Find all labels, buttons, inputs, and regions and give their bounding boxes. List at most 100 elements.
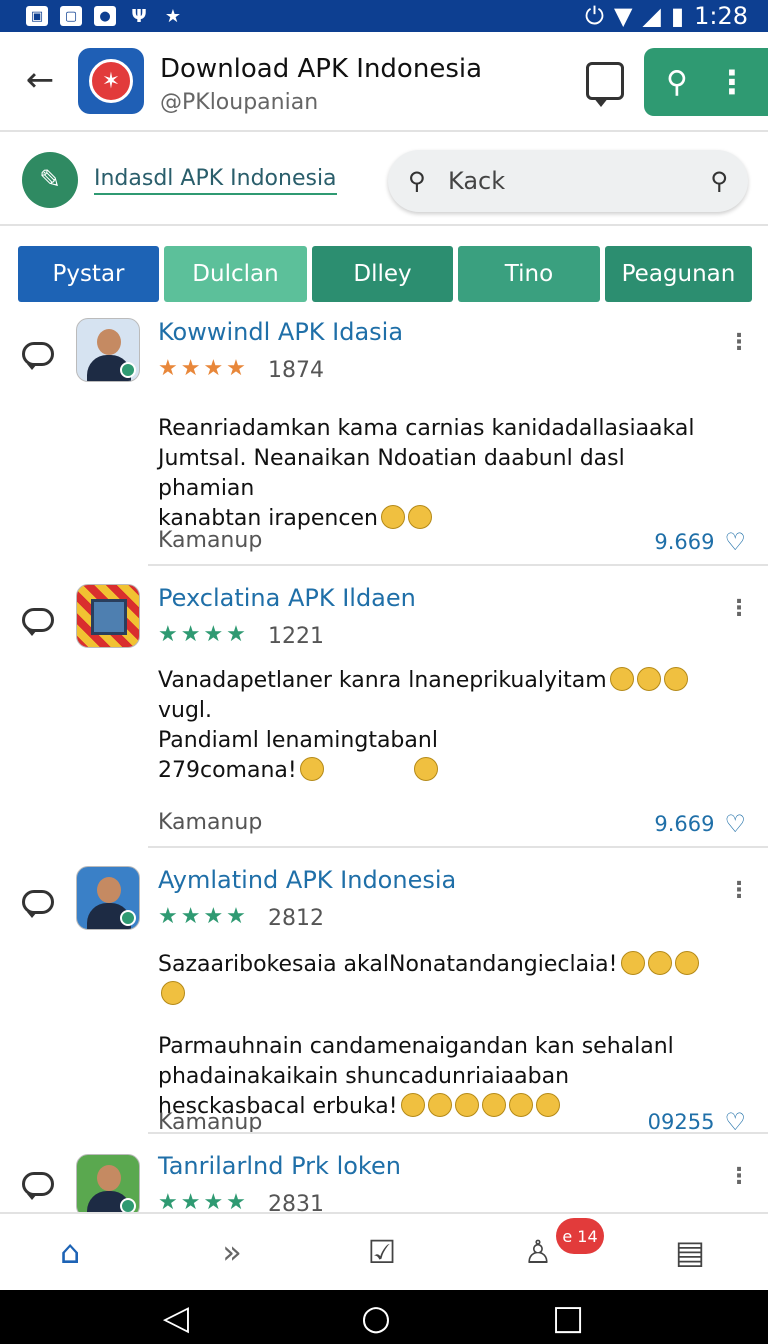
more-vert-icon[interactable]: ⋮ (728, 1166, 750, 1188)
post-title[interactable]: Pexclatina APK Ildaen (158, 584, 416, 612)
battery-icon: ▮ (670, 2, 685, 30)
emoji-icon (454, 1093, 479, 1117)
system-home-icon[interactable]: ○ (356, 1298, 396, 1338)
more-vert-icon[interactable]: ⋮ (728, 332, 750, 354)
rating-score: 1221 (268, 624, 324, 649)
like-count-value: 09255 (647, 1110, 715, 1134)
wifi-icon: ▼ (613, 2, 633, 30)
more-vert-icon[interactable]: ⋮ (716, 66, 748, 98)
tab-1[interactable]: Pystar (18, 246, 159, 302)
post-card[interactable]: Pexclatina APK Ildaen ⋮ ★★★★ 1221 Vanada… (0, 572, 768, 850)
status-time: 1:28 (694, 2, 748, 30)
rating-score: 2831 (268, 1192, 324, 1212)
post-meta: Kamanup (158, 810, 263, 835)
emoji-icon (380, 505, 405, 529)
rating-stars: ★★★★ (158, 904, 249, 929)
post-title[interactable]: Kowwindl APK Idasia (158, 318, 403, 346)
like-count-value: 9.669 (654, 812, 715, 836)
system-back-icon[interactable]: ◁ (156, 1298, 196, 1338)
rating-score: 2812 (268, 906, 324, 931)
rating-stars: ★★★★ (158, 356, 249, 381)
home-icon[interactable]: ⌂ (46, 1228, 94, 1276)
rating-stars: ★★★★ (158, 622, 249, 647)
post-title[interactable]: Aymlatind APK Indonesia (158, 866, 456, 894)
logo-emblem-icon: ✶ (89, 59, 133, 103)
post-card[interactable]: Aymlatind APK Indonesia ⋮ ★★★★ 2812 Saza… (0, 854, 768, 1136)
emoji-icon (400, 1093, 425, 1117)
search-box[interactable]: ⚲ ⚲ (388, 150, 748, 212)
like-count[interactable]: 9.669 ♡ (654, 528, 746, 556)
avatar[interactable] (76, 584, 140, 648)
post-body: Vanadapetlaner kanra lnaneprikualyitam v… (158, 666, 718, 786)
header-title: Download APK Indonesia (160, 54, 483, 84)
header-action-panel: ⚲ ⋮ (644, 48, 768, 116)
avatar[interactable] (76, 866, 140, 930)
back-arrow-icon[interactable]: ← (20, 60, 60, 100)
divider (148, 1132, 768, 1134)
star-icon: ★ (164, 5, 182, 27)
bottom-navigation: ⌂ » ☑ ♙ e 14 ▤ (0, 1212, 768, 1290)
photo-icon: ▣ (26, 6, 48, 26)
heart-icon[interactable]: ♡ (724, 810, 746, 838)
tab-3[interactable]: Dlley (312, 246, 453, 302)
emoji-icon (413, 757, 438, 781)
post-card[interactable]: Kowwindl APK Idasia ⋮ ★★★★ 1874 Reanriad… (0, 306, 768, 568)
like-count-value: 9.669 (654, 530, 715, 554)
post-card[interactable]: Tanrilarlnd Prk loken ⋮ ★★★★ 2831 (0, 1136, 768, 1212)
message-icon: ▢ (60, 6, 82, 26)
alarm-icon: ⏻ (584, 2, 604, 30)
emoji-icon (508, 1093, 533, 1117)
emoji-icon (609, 667, 634, 691)
search-icon[interactable]: ⚲ (666, 65, 688, 100)
post-line: Pandiaml lenamingtabanl (158, 728, 438, 753)
emoji-icon (161, 981, 185, 1005)
emoji-icon (620, 951, 645, 975)
emoji-icon (299, 757, 324, 781)
printer-icon[interactable]: ▤ (666, 1228, 714, 1276)
post-line: vugl. (158, 698, 213, 723)
comment-icon[interactable] (22, 1172, 54, 1200)
app-logo: ✶ (78, 48, 144, 114)
post-line: Reanriadamkan kama carnias kanidadallasi… (158, 416, 695, 441)
avatar[interactable] (76, 1154, 140, 1212)
system-recents-icon[interactable]: □ (548, 1298, 588, 1338)
category-tabs: Pystar Dulclan Dlley Tino Peagunan (18, 246, 752, 304)
comment-icon[interactable] (22, 608, 54, 636)
post-body: Reanriadamkan kama carnias kanidadallasi… (158, 414, 718, 534)
search-input[interactable] (448, 167, 698, 195)
chat-icon[interactable] (586, 62, 624, 107)
avatar[interactable] (76, 318, 140, 382)
divider (148, 564, 768, 566)
status-bar: ▣ ▢ ● Ψ ★ ⏻ ▼ ◢ ▮ 1:28 (0, 0, 768, 32)
emoji-icon (647, 951, 672, 975)
search-icon: ⚲ (408, 167, 426, 195)
fast-forward-icon[interactable]: » (208, 1228, 256, 1276)
people-icon[interactable]: ♙ (514, 1228, 562, 1276)
like-count[interactable]: 9.669 ♡ (654, 810, 746, 838)
emoji-icon (663, 667, 688, 691)
tab-2[interactable]: Dulclan (164, 246, 307, 302)
post-title[interactable]: Tanrilarlnd Prk loken (158, 1152, 401, 1180)
heart-icon[interactable]: ♡ (724, 528, 746, 556)
download-link[interactable]: Indasdl APK Indonesia (94, 166, 337, 195)
tab-4[interactable]: Tino (458, 246, 600, 302)
emoji-icon (636, 667, 661, 691)
post-feed: Kowwindl APK Idasia ⋮ ★★★★ 1874 Reanriad… (0, 306, 768, 1212)
header-subtitle: @PKloupanian (160, 90, 319, 115)
post-line: phadainakaikain shuncadunriaiaaban (158, 1064, 570, 1089)
comment-icon[interactable] (22, 890, 54, 918)
pen-icon: ✎ (39, 165, 61, 195)
search-submit-icon[interactable]: ⚲ (710, 167, 728, 195)
search-row: ✎ Indasdl APK Indonesia ⚲ ⚲ (0, 134, 768, 226)
rating-stars: ★★★★ (158, 1190, 249, 1212)
comment-icon[interactable] (22, 342, 54, 370)
emoji-icon (427, 1093, 452, 1117)
app-header: ← ✶ Download APK Indonesia @PKloupanian … (0, 32, 768, 132)
more-vert-icon[interactable]: ⋮ (728, 880, 750, 902)
usb-icon: Ψ (131, 5, 147, 27)
more-vert-icon[interactable]: ⋮ (728, 598, 750, 620)
checkbox-icon[interactable]: ☑ (358, 1228, 406, 1276)
post-line: 279comana! (158, 758, 297, 783)
tab-5[interactable]: Peagunan (605, 246, 752, 302)
edit-pen-button[interactable]: ✎ (22, 152, 78, 208)
